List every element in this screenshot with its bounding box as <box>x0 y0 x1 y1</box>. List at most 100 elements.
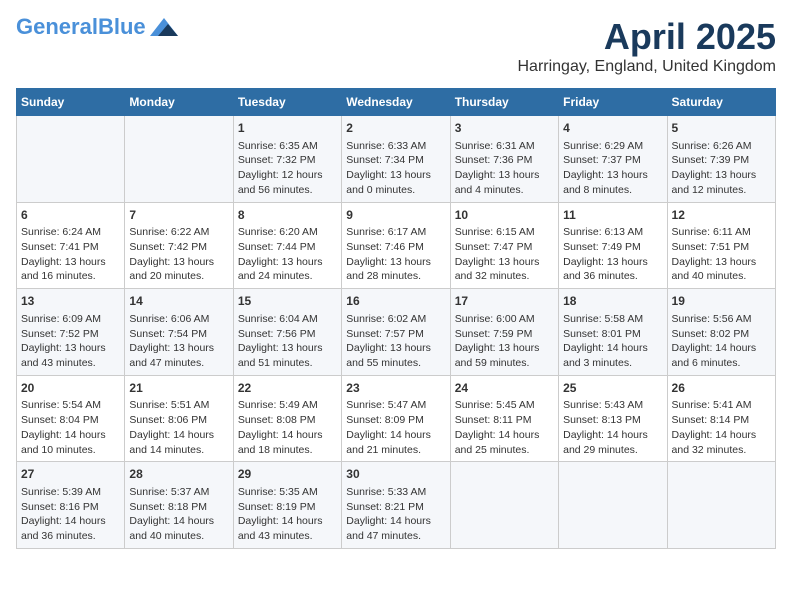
day-number: 12 <box>672 207 771 224</box>
day-number: 10 <box>455 207 554 224</box>
calendar-cell: 6Sunrise: 6:24 AM Sunset: 7:41 PM Daylig… <box>17 202 125 289</box>
day-info: Sunrise: 6:17 AM Sunset: 7:46 PM Dayligh… <box>346 225 445 284</box>
day-info: Sunrise: 5:37 AM Sunset: 8:18 PM Dayligh… <box>129 485 228 544</box>
day-info: Sunrise: 5:43 AM Sunset: 8:13 PM Dayligh… <box>563 398 662 457</box>
day-info: Sunrise: 6:02 AM Sunset: 7:57 PM Dayligh… <box>346 312 445 371</box>
day-number: 14 <box>129 293 228 310</box>
day-info: Sunrise: 6:04 AM Sunset: 7:56 PM Dayligh… <box>238 312 337 371</box>
day-number: 30 <box>346 466 445 483</box>
day-info: Sunrise: 5:35 AM Sunset: 8:19 PM Dayligh… <box>238 485 337 544</box>
calendar-cell: 5 Sunrise: 6:26 AM Sunset: 7:39 PM Daylig… <box>667 116 775 203</box>
calendar-cell: 4 Sunrise: 6:29 AM Sunset: 7:37 PM Daylig… <box>559 116 667 203</box>
calendar-cell: 22Sunrise: 5:49 AM Sunset: 8:08 PM Dayli… <box>233 375 341 462</box>
col-monday: Monday <box>125 89 233 116</box>
calendar-cell: 16Sunrise: 6:02 AM Sunset: 7:57 PM Dayli… <box>342 289 450 376</box>
day-number: 3 <box>455 120 554 137</box>
day-number: 21 <box>129 380 228 397</box>
day-number: 8 <box>238 207 337 224</box>
calendar-cell: 14 Sunrise: 6:06 AM Sunset: 7:54 PM Dayli… <box>125 289 233 376</box>
calendar-cell: 29Sunrise: 5:35 AM Sunset: 8:19 PM Dayli… <box>233 462 341 549</box>
calendar-cell: 23Sunrise: 5:47 AM Sunset: 8:09 PM Dayli… <box>342 375 450 462</box>
day-info: Sunrise: 6:35 AM Sunset: 7:32 PM Dayligh… <box>238 139 337 198</box>
calendar-cell: 15 Sunrise: 6:04 AM Sunset: 7:56 PM Dayli… <box>233 289 341 376</box>
calendar-subtitle: Harringay, England, United Kingdom <box>517 58 776 76</box>
day-number: 27 <box>21 466 120 483</box>
day-number: 19 <box>672 293 771 310</box>
day-info: Sunrise: 6:09 AM Sunset: 7:52 PM Dayligh… <box>21 312 120 371</box>
calendar-table: Sunday Monday Tuesday Wednesday Thursday… <box>16 88 776 549</box>
calendar-cell: 10Sunrise: 6:15 AM Sunset: 7:47 PM Dayli… <box>450 202 558 289</box>
day-info: Sunrise: 6:13 AM Sunset: 7:49 PM Dayligh… <box>563 225 662 284</box>
day-info: Sunrise: 5:39 AM Sunset: 8:16 PM Dayligh… <box>21 485 120 544</box>
col-wednesday: Wednesday <box>342 89 450 116</box>
day-number: 11 <box>563 207 662 224</box>
day-info: Sunrise: 5:47 AM Sunset: 8:09 PM Dayligh… <box>346 398 445 457</box>
day-info: Sunrise: 5:58 AM Sunset: 8:01 PM Dayligh… <box>563 312 662 371</box>
day-number: 25 <box>563 380 662 397</box>
calendar-cell <box>667 462 775 549</box>
day-info: Sunrise: 6:29 AM Sunset: 7:37 PM Dayligh… <box>563 139 662 198</box>
calendar-cell: 18 Sunrise: 5:58 AM Sunset: 8:01 PM Dayli… <box>559 289 667 376</box>
logo-icon <box>150 18 178 36</box>
day-info: Sunrise: 6:24 AM Sunset: 7:41 PM Dayligh… <box>21 225 120 284</box>
day-info: Sunrise: 5:41 AM Sunset: 8:14 PM Dayligh… <box>672 398 771 457</box>
calendar-cell: 1 Sunrise: 6:35 AM Sunset: 7:32 PM Daylig… <box>233 116 341 203</box>
calendar-cell: 9Sunrise: 6:17 AM Sunset: 7:46 PM Daylig… <box>342 202 450 289</box>
calendar-cell <box>450 462 558 549</box>
calendar-week-0: 1 Sunrise: 6:35 AM Sunset: 7:32 PM Daylig… <box>17 116 776 203</box>
day-number: 4 <box>563 120 662 137</box>
col-thursday: Thursday <box>450 89 558 116</box>
day-number: 15 <box>238 293 337 310</box>
title-block: April 2025 Harringay, England, United Ki… <box>517 16 776 76</box>
day-info: Sunrise: 6:22 AM Sunset: 7:42 PM Dayligh… <box>129 225 228 284</box>
calendar-cell: 19 Sunrise: 5:56 AM Sunset: 8:02 PM Dayli… <box>667 289 775 376</box>
day-number: 1 <box>238 120 337 137</box>
calendar-cell: 26Sunrise: 5:41 AM Sunset: 8:14 PM Dayli… <box>667 375 775 462</box>
day-number: 17 <box>455 293 554 310</box>
day-number: 13 <box>21 293 120 310</box>
logo-text: GeneralBlue <box>16 16 146 38</box>
calendar-cell: 20Sunrise: 5:54 AM Sunset: 8:04 PM Dayli… <box>17 375 125 462</box>
day-number: 20 <box>21 380 120 397</box>
calendar-cell: 27 Sunrise: 5:39 AM Sunset: 8:16 PM Dayli… <box>17 462 125 549</box>
day-number: 6 <box>21 207 120 224</box>
calendar-week-3: 20Sunrise: 5:54 AM Sunset: 8:04 PM Dayli… <box>17 375 776 462</box>
col-saturday: Saturday <box>667 89 775 116</box>
day-info: Sunrise: 6:06 AM Sunset: 7:54 PM Dayligh… <box>129 312 228 371</box>
day-info: Sunrise: 6:31 AM Sunset: 7:36 PM Dayligh… <box>455 139 554 198</box>
calendar-cell: 2 Sunrise: 6:33 AM Sunset: 7:34 PM Daylig… <box>342 116 450 203</box>
col-friday: Friday <box>559 89 667 116</box>
page-header: GeneralBlue April 2025 Harringay, Englan… <box>16 16 776 76</box>
day-info: Sunrise: 5:49 AM Sunset: 8:08 PM Dayligh… <box>238 398 337 457</box>
day-info: Sunrise: 5:45 AM Sunset: 8:11 PM Dayligh… <box>455 398 554 457</box>
calendar-cell: 25Sunrise: 5:43 AM Sunset: 8:13 PM Dayli… <box>559 375 667 462</box>
calendar-cell: 24Sunrise: 5:45 AM Sunset: 8:11 PM Dayli… <box>450 375 558 462</box>
day-number: 24 <box>455 380 554 397</box>
day-number: 18 <box>563 293 662 310</box>
calendar-cell: 7Sunrise: 6:22 AM Sunset: 7:42 PM Daylig… <box>125 202 233 289</box>
calendar-cell: 13 Sunrise: 6:09 AM Sunset: 7:52 PM Dayli… <box>17 289 125 376</box>
col-sunday: Sunday <box>17 89 125 116</box>
day-info: Sunrise: 5:33 AM Sunset: 8:21 PM Dayligh… <box>346 485 445 544</box>
day-number: 5 <box>672 120 771 137</box>
calendar-cell: 12Sunrise: 6:11 AM Sunset: 7:51 PM Dayli… <box>667 202 775 289</box>
day-number: 28 <box>129 466 228 483</box>
day-info: Sunrise: 5:56 AM Sunset: 8:02 PM Dayligh… <box>672 312 771 371</box>
day-info: Sunrise: 5:51 AM Sunset: 8:06 PM Dayligh… <box>129 398 228 457</box>
day-info: Sunrise: 6:26 AM Sunset: 7:39 PM Dayligh… <box>672 139 771 198</box>
calendar-cell: 8Sunrise: 6:20 AM Sunset: 7:44 PM Daylig… <box>233 202 341 289</box>
day-info: Sunrise: 5:54 AM Sunset: 8:04 PM Dayligh… <box>21 398 120 457</box>
calendar-cell <box>17 116 125 203</box>
calendar-cell: 17Sunrise: 6:00 AM Sunset: 7:59 PM Dayli… <box>450 289 558 376</box>
logo: GeneralBlue <box>16 16 178 38</box>
calendar-cell: 21Sunrise: 5:51 AM Sunset: 8:06 PM Dayli… <box>125 375 233 462</box>
day-number: 2 <box>346 120 445 137</box>
calendar-cell: 30 Sunrise: 5:33 AM Sunset: 8:21 PM Dayli… <box>342 462 450 549</box>
day-info: Sunrise: 6:11 AM Sunset: 7:51 PM Dayligh… <box>672 225 771 284</box>
header-row: Sunday Monday Tuesday Wednesday Thursday… <box>17 89 776 116</box>
calendar-title: April 2025 <box>517 16 776 58</box>
calendar-cell <box>559 462 667 549</box>
calendar-cell: 11Sunrise: 6:13 AM Sunset: 7:49 PM Dayli… <box>559 202 667 289</box>
calendar-week-4: 27 Sunrise: 5:39 AM Sunset: 8:16 PM Dayli… <box>17 462 776 549</box>
day-info: Sunrise: 6:33 AM Sunset: 7:34 PM Dayligh… <box>346 139 445 198</box>
